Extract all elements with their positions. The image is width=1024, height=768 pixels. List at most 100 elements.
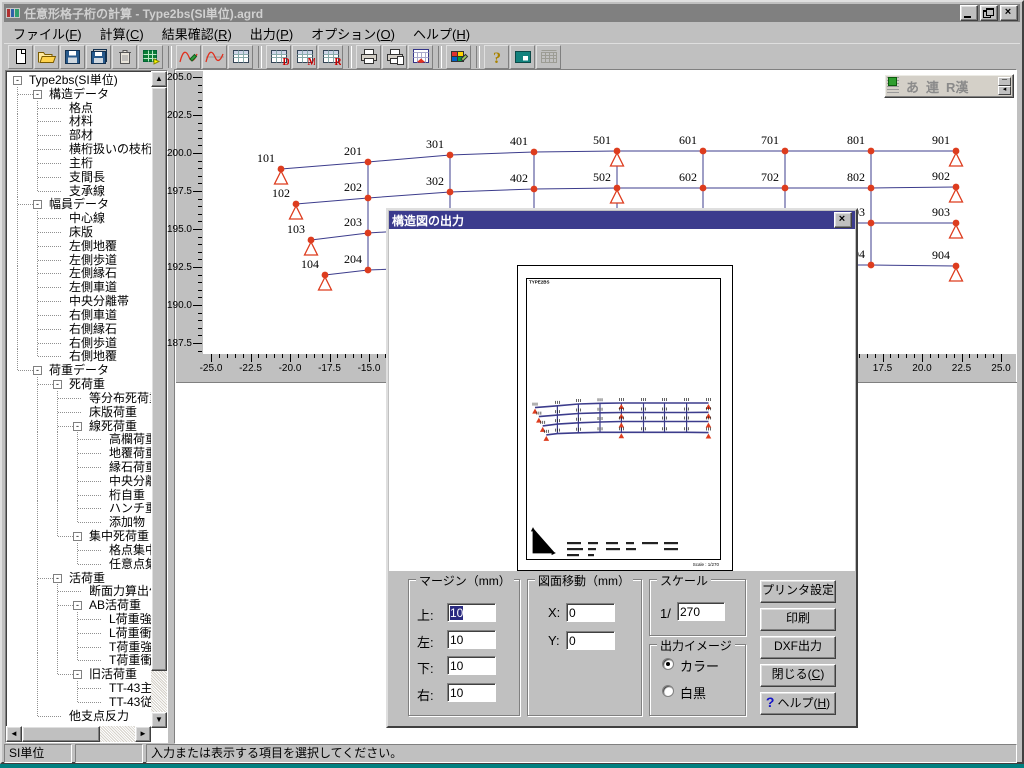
node-101[interactable] — [278, 166, 285, 173]
tree-item[interactable]: 地覆荷重 — [8, 446, 151, 460]
tree-item[interactable]: TT-43従載荷 — [8, 695, 151, 709]
tree-expand-toggle[interactable]: - — [53, 574, 62, 583]
save-button[interactable] — [60, 45, 85, 69]
tree-item[interactable]: T荷重衝撃 — [8, 653, 151, 667]
menu-h[interactable]: ヘルプ(H) — [404, 22, 479, 45]
tree-item[interactable]: 等分布死荷重 — [8, 391, 151, 405]
tree-item[interactable]: ハンチ重量 — [8, 501, 151, 515]
tree-item[interactable]: 材料 — [8, 114, 151, 128]
node-402[interactable] — [531, 186, 538, 193]
tree-item[interactable]: 添加物 — [8, 515, 151, 529]
tree-item[interactable]: 部材 — [8, 128, 151, 142]
node-103[interactable] — [308, 237, 315, 244]
tree-item[interactable]: 主桁 — [8, 156, 151, 170]
tree-item[interactable]: 格点集中荷重 — [8, 543, 151, 557]
tree-item[interactable]: 右側歩道 — [8, 336, 151, 350]
tree-expand-toggle[interactable]: - — [13, 76, 22, 85]
node-901[interactable] — [953, 148, 960, 155]
tree-item[interactable]: TT-43主載荷 — [8, 681, 151, 695]
tree-item[interactable]: L荷重強度 — [8, 612, 151, 626]
tree-item[interactable]: -Type2bs(SI単位) — [8, 73, 151, 87]
ime-grip-handle[interactable] — [887, 77, 899, 95]
new-button[interactable] — [8, 45, 33, 69]
tree-item[interactable]: -集中死荷重 — [8, 529, 151, 543]
margin-top-input[interactable]: 10 — [447, 603, 496, 622]
print-button[interactable]: 印刷 — [760, 608, 836, 631]
tree-item[interactable]: 他支点反力 — [8, 709, 151, 723]
output-image-radio-color[interactable] — [662, 658, 674, 670]
help-button[interactable]: ?ヘルプ(H) — [760, 692, 836, 715]
tree-item[interactable]: -幅員データ — [8, 197, 151, 211]
tree-horizontal-scrollbar[interactable]: ◄► — [6, 726, 151, 742]
tree-item[interactable]: 断面力算出位置 — [8, 584, 151, 598]
tree-item[interactable]: -構造データ — [8, 87, 151, 101]
margin-bottom-input[interactable]: 10 — [447, 656, 496, 675]
ime-minimize-button[interactable]: － — [998, 77, 1011, 86]
menu-p[interactable]: 出力(P) — [241, 22, 302, 45]
tree-expand-toggle[interactable]: - — [33, 200, 42, 209]
display-settings-button[interactable] — [408, 45, 433, 69]
restore-button[interactable] — [980, 5, 998, 21]
node-903[interactable] — [953, 220, 960, 227]
tree-expand-toggle[interactable]: - — [53, 380, 62, 389]
tree-scroll-up-button[interactable]: ▲ — [151, 71, 167, 87]
delete-button[interactable] — [112, 45, 137, 69]
tree-expand-toggle[interactable]: - — [73, 532, 82, 541]
node-301[interactable] — [447, 152, 454, 159]
margin-right-input[interactable]: 10 — [447, 683, 496, 702]
help-button[interactable]: ? — [484, 45, 509, 69]
tree-item[interactable]: -死荷重 — [8, 377, 151, 391]
node-802[interactable] — [868, 185, 875, 192]
node-401[interactable] — [531, 149, 538, 156]
ime-mode-label[interactable]: あ — [906, 77, 919, 96]
menu-r[interactable]: 結果確認(R) — [153, 22, 241, 45]
tree-item[interactable]: 中央分離帯 — [8, 474, 151, 488]
tree-item[interactable]: 桁自重 — [8, 488, 151, 502]
grid-disabled-button[interactable] — [536, 45, 561, 69]
tree-item[interactable]: 高欄荷重 — [8, 432, 151, 446]
tree-hscroll-thumb[interactable] — [22, 726, 100, 742]
tree-item[interactable]: -線死荷重 — [8, 419, 151, 433]
close-button[interactable]: × — [1000, 5, 1018, 21]
menu-o[interactable]: オプション(O) — [302, 22, 404, 45]
tree-item[interactable]: 支承線 — [8, 184, 151, 198]
tree-expand-toggle[interactable]: - — [33, 366, 42, 375]
offset-x-input[interactable]: 0 — [566, 603, 615, 622]
tree-item[interactable]: 左側車道 — [8, 280, 151, 294]
tree-item[interactable]: -活荷重 — [8, 571, 151, 585]
node-502[interactable] — [614, 185, 621, 192]
tree-expand-toggle[interactable]: - — [73, 422, 82, 431]
tree-item[interactable]: -荷重データ — [8, 363, 151, 377]
node-701[interactable] — [782, 148, 789, 155]
node-203[interactable] — [365, 230, 372, 237]
tree-item[interactable]: 中央分離帯 — [8, 294, 151, 308]
node-804[interactable] — [868, 262, 875, 269]
dxf-output-button[interactable]: DXF出力 — [760, 636, 836, 659]
tree-item[interactable]: 横桁扱いの枝桁 — [8, 142, 151, 156]
print-button[interactable] — [356, 45, 381, 69]
ime-kanji-label[interactable]: R漢 — [946, 77, 968, 96]
tree-scroll-left-button[interactable]: ◄ — [6, 726, 22, 742]
scale-input[interactable]: 270 — [677, 602, 725, 621]
tree-vertical-scrollbar[interactable]: ▲▼ — [151, 71, 167, 728]
node-204[interactable] — [365, 267, 372, 274]
tree-item[interactable]: 床版 — [8, 225, 151, 239]
tree-item[interactable]: 左側地覆 — [8, 239, 151, 253]
minimize-button[interactable] — [960, 5, 978, 21]
node-803[interactable] — [868, 220, 875, 227]
table-d-button[interactable]: D — [266, 45, 291, 69]
node-601[interactable] — [700, 148, 707, 155]
tree-item[interactable]: 床版荷重 — [8, 405, 151, 419]
node-602[interactable] — [700, 185, 707, 192]
palette-edit-button[interactable] — [446, 45, 471, 69]
node-102[interactable] — [293, 201, 300, 208]
tree-item[interactable]: 右側地覆 — [8, 349, 151, 363]
tree-item[interactable]: 右側縁石 — [8, 322, 151, 336]
print-preview-button[interactable] — [382, 45, 407, 69]
offset-y-input[interactable]: 0 — [566, 631, 615, 650]
tree-item[interactable]: 任意点集中荷重 — [8, 557, 151, 571]
add-member-button[interactable] — [138, 45, 163, 69]
node-302[interactable] — [447, 189, 454, 196]
node-801[interactable] — [868, 148, 875, 155]
tree-item[interactable]: -AB活荷重 — [8, 598, 151, 612]
